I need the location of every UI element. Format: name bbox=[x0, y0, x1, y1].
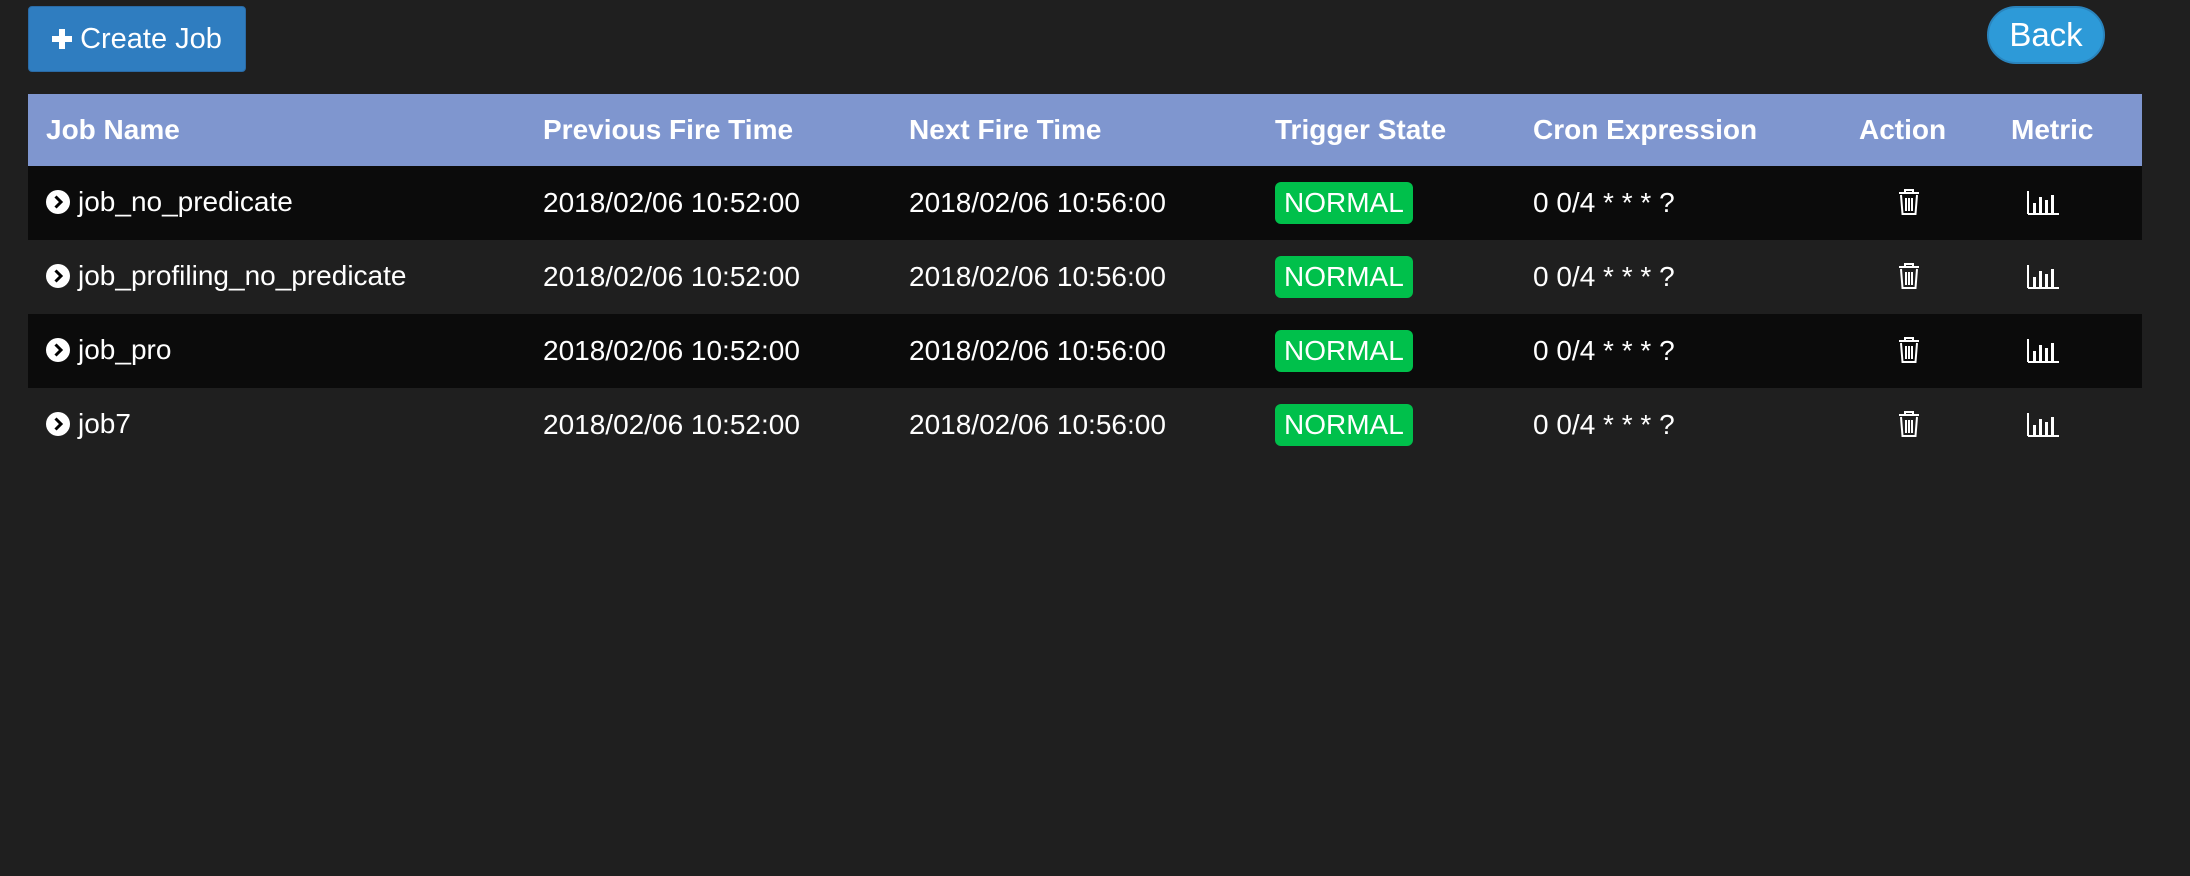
header-action: Action bbox=[1841, 94, 1993, 166]
job-name: job_pro bbox=[78, 333, 172, 365]
trigger-state-cell: NORMAL bbox=[1257, 314, 1515, 388]
job-name-cell: job7 bbox=[28, 388, 525, 462]
job-name-link[interactable]: job_no_predicate bbox=[46, 186, 293, 218]
job-name-link[interactable]: job_profiling_no_predicate bbox=[46, 260, 406, 292]
back-button[interactable]: Back bbox=[1987, 6, 2105, 64]
chevron-circle-right-icon bbox=[46, 337, 70, 362]
trash-icon[interactable] bbox=[1891, 332, 1927, 368]
action-cell bbox=[1841, 314, 1993, 388]
bar-chart-icon[interactable] bbox=[2025, 333, 2061, 369]
metric-cell bbox=[1993, 388, 2142, 462]
previous-fire-time: 2018/02/06 10:52:00 bbox=[525, 240, 891, 314]
header-next-fire-time: Next Fire Time bbox=[891, 94, 1257, 166]
next-fire-time: 2018/02/06 10:56:00 bbox=[891, 166, 1257, 240]
previous-fire-time: 2018/02/06 10:52:00 bbox=[525, 166, 891, 240]
table-row: job7 2018/02/06 10:52:00 2018/02/06 10:5… bbox=[28, 388, 2142, 462]
back-label: Back bbox=[2009, 16, 2083, 53]
header-metric: Metric bbox=[1993, 94, 2142, 166]
job-name: job_profiling_no_predicate bbox=[78, 259, 407, 291]
trigger-state-cell: NORMAL bbox=[1257, 166, 1515, 240]
create-job-button[interactable]: Create Job bbox=[28, 6, 246, 72]
previous-fire-time: 2018/02/06 10:52:00 bbox=[525, 314, 891, 388]
chevron-circle-right-icon bbox=[46, 263, 70, 288]
job-name: job_no_predicate bbox=[78, 185, 293, 217]
metric-cell bbox=[1993, 240, 2142, 314]
job-name-cell: job_profiling_no_predicate bbox=[28, 240, 525, 314]
trigger-state-cell: NORMAL bbox=[1257, 240, 1515, 314]
previous-fire-time: 2018/02/06 10:52:00 bbox=[525, 388, 891, 462]
table-row: job_profiling_no_predicate 2018/02/06 10… bbox=[28, 240, 2142, 314]
cron-expression: 0 0/4 * * * ? bbox=[1515, 240, 1841, 314]
metric-cell bbox=[1993, 314, 2142, 388]
jobs-page: Create Job Back Job Name Previous Fire T… bbox=[0, 0, 2190, 876]
trigger-state-cell: NORMAL bbox=[1257, 388, 1515, 462]
status-badge: NORMAL bbox=[1275, 404, 1413, 446]
header-cron-expression: Cron Expression bbox=[1515, 94, 1841, 166]
status-badge: NORMAL bbox=[1275, 256, 1413, 298]
bar-chart-icon[interactable] bbox=[2025, 185, 2061, 221]
next-fire-time: 2018/02/06 10:56:00 bbox=[891, 388, 1257, 462]
chevron-circle-right-icon bbox=[46, 189, 70, 214]
job-name-link[interactable]: job_pro bbox=[46, 334, 171, 366]
job-name: job7 bbox=[78, 407, 131, 439]
trash-icon[interactable] bbox=[1891, 184, 1927, 220]
job-name-cell: job_no_predicate bbox=[28, 166, 525, 240]
trash-icon[interactable] bbox=[1891, 258, 1927, 294]
bar-chart-icon[interactable] bbox=[2025, 407, 2061, 443]
action-cell bbox=[1841, 240, 1993, 314]
table-row: job_no_predicate 2018/02/06 10:52:00 201… bbox=[28, 166, 2142, 240]
plus-icon bbox=[52, 29, 73, 49]
trash-icon[interactable] bbox=[1891, 406, 1927, 442]
table-row: job_pro 2018/02/06 10:52:00 2018/02/06 1… bbox=[28, 314, 2142, 388]
bar-chart-icon[interactable] bbox=[2025, 259, 2061, 295]
job-name-cell: job_pro bbox=[28, 314, 525, 388]
cron-expression: 0 0/4 * * * ? bbox=[1515, 388, 1841, 462]
create-job-label: Create Job bbox=[80, 22, 222, 55]
job-name-link[interactable]: job7 bbox=[46, 408, 131, 440]
next-fire-time: 2018/02/06 10:56:00 bbox=[891, 314, 1257, 388]
table-header-row: Job Name Previous Fire Time Next Fire Ti… bbox=[28, 94, 2142, 166]
action-cell bbox=[1841, 166, 1993, 240]
status-badge: NORMAL bbox=[1275, 330, 1413, 372]
cron-expression: 0 0/4 * * * ? bbox=[1515, 314, 1841, 388]
header-job-name: Job Name bbox=[28, 94, 525, 166]
metric-cell bbox=[1993, 166, 2142, 240]
jobs-table: Job Name Previous Fire Time Next Fire Ti… bbox=[28, 94, 2142, 462]
next-fire-time: 2018/02/06 10:56:00 bbox=[891, 240, 1257, 314]
status-badge: NORMAL bbox=[1275, 182, 1413, 224]
cron-expression: 0 0/4 * * * ? bbox=[1515, 166, 1841, 240]
chevron-circle-right-icon bbox=[46, 411, 70, 436]
header-previous-fire-time: Previous Fire Time bbox=[525, 94, 891, 166]
action-cell bbox=[1841, 388, 1993, 462]
header-trigger-state: Trigger State bbox=[1257, 94, 1515, 166]
